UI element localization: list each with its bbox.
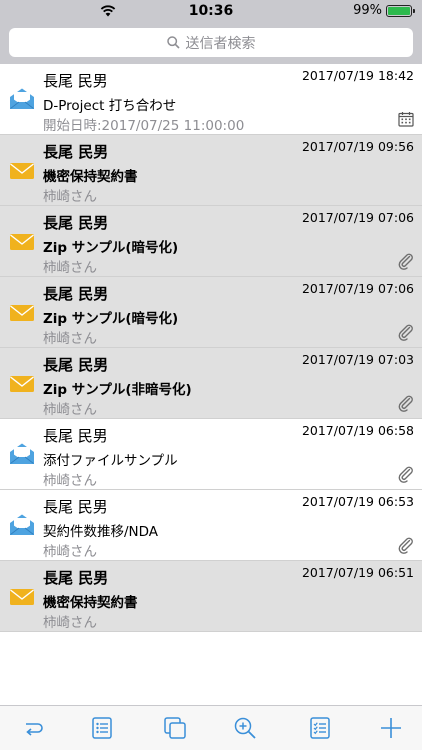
closed-envelope-icon <box>10 376 34 392</box>
battery-percent: 99% <box>353 3 382 18</box>
message-date: 2017/07/19 07:06 <box>301 210 414 225</box>
paperclip-icon <box>398 253 413 270</box>
message-row[interactable]: 長尾 民男 2017/07/19 07:06 Zip サンプル(暗号化) 柿崎さん <box>0 206 422 277</box>
battery-icon <box>386 5 415 17</box>
message-sender: 長尾 民男 <box>43 143 109 161</box>
message-row[interactable]: 長尾 民男 2017/07/19 07:03 Zip サンプル(非暗号化) 柿崎さん <box>0 348 422 419</box>
message-date: 2017/07/19 18:42 <box>301 68 414 83</box>
search-icon <box>166 36 180 49</box>
closed-envelope-icon <box>10 589 34 605</box>
paperclip-icon <box>398 324 413 341</box>
bottom-toolbar <box>0 705 422 750</box>
status-bar: 10:36 99% <box>0 0 422 22</box>
search-input[interactable]: 送信者検索 <box>9 28 413 57</box>
reply-icon[interactable] <box>20 715 46 741</box>
checklist-icon[interactable] <box>307 715 333 741</box>
add-icon[interactable] <box>378 715 404 741</box>
message-detail: 開始日時:2017/07/25 11:00:00 <box>43 118 245 134</box>
zoom-icon[interactable] <box>232 715 258 741</box>
message-subject: 機密保持契約書 <box>43 169 138 185</box>
closed-envelope-icon <box>10 234 34 250</box>
message-subject: 契約件数推移/NDA <box>43 524 159 540</box>
message-detail: 柿崎さん <box>43 473 97 489</box>
message-row[interactable]: 長尾 民男 2017/07/19 06:53 契約件数推移/NDA 柿崎さん <box>0 490 422 561</box>
message-detail: 柿崎さん <box>43 331 97 347</box>
message-subject: D-Project 打ち合わせ <box>43 98 177 114</box>
closed-envelope-icon <box>10 163 34 179</box>
paperclip-icon <box>398 537 413 554</box>
closed-envelope-icon <box>10 305 34 321</box>
list-icon[interactable] <box>89 715 115 741</box>
search-area: 送信者検索 <box>0 22 422 64</box>
message-date: 2017/07/19 07:03 <box>301 352 414 367</box>
message-subject: Zip サンプル(暗号化) <box>43 240 179 256</box>
message-detail: 柿崎さん <box>43 260 97 276</box>
message-detail: 柿崎さん <box>43 402 97 418</box>
message-detail: 柿崎さん <box>43 189 97 205</box>
message-sender: 長尾 民男 <box>43 356 109 374</box>
message-row[interactable]: 長尾 民男 2017/07/19 06:51 機密保持契約書 柿崎さん <box>0 561 422 632</box>
message-row[interactable]: 長尾 民男 2017/07/19 18:42 D-Project 打ち合わせ開始日時… <box>0 64 422 135</box>
open-envelope-icon <box>10 443 34 464</box>
copy-icon[interactable] <box>162 715 188 741</box>
message-sender: 長尾 民男 <box>43 214 109 232</box>
message-subject: 機密保持契約書 <box>43 595 138 611</box>
message-row[interactable]: 長尾 民男 2017/07/19 07:06 Zip サンプル(暗号化) 柿崎さん <box>0 277 422 348</box>
message-date: 2017/07/19 06:53 <box>301 494 414 509</box>
message-sender: 長尾 民男 <box>43 285 109 303</box>
open-envelope-icon <box>10 514 34 535</box>
message-sender: 長尾 民男 <box>43 569 109 587</box>
message-subject: Zip サンプル(暗号化) <box>43 311 179 327</box>
message-date: 2017/07/19 06:58 <box>301 423 414 438</box>
message-sender: 長尾 民男 <box>43 427 108 445</box>
message-date: 2017/07/19 09:56 <box>301 139 414 154</box>
search-placeholder: 送信者検索 <box>185 35 256 52</box>
message-date: 2017/07/19 06:51 <box>301 565 414 580</box>
paperclip-icon <box>398 395 413 412</box>
message-detail: 柿崎さん <box>43 615 97 631</box>
message-subject: 添付ファイルサンプル <box>43 453 178 469</box>
message-row[interactable]: 長尾 民男 2017/07/19 06:58 添付ファイルサンプル 柿崎さん <box>0 419 422 490</box>
paperclip-icon <box>398 466 413 483</box>
message-sender: 長尾 民男 <box>43 498 108 516</box>
calendar-icon <box>398 112 414 127</box>
message-list: 長尾 民男 2017/07/19 18:42 D-Project 打ち合わせ開始日時… <box>0 64 422 632</box>
message-date: 2017/07/19 07:06 <box>301 281 414 296</box>
message-sender: 長尾 民男 <box>43 72 108 90</box>
message-row[interactable]: 長尾 民男 2017/07/19 09:56 機密保持契約書 柿崎さん <box>0 135 422 206</box>
message-subject: Zip サンプル(非暗号化) <box>43 382 192 398</box>
open-envelope-icon <box>10 88 34 109</box>
message-detail: 柿崎さん <box>43 544 97 560</box>
